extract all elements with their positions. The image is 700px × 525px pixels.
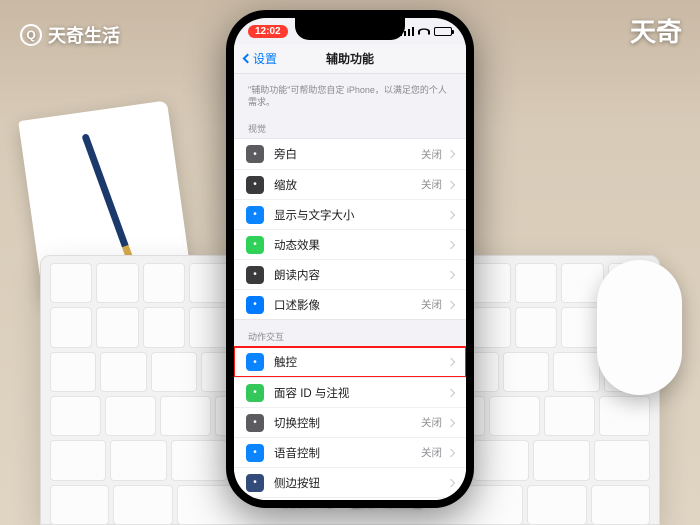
settings-content[interactable]: "辅助功能"可帮助您自定 iPhone，以满足您的个人需求。 视觉 •旁白关闭•… (234, 74, 466, 500)
touch-icon: • (246, 353, 264, 371)
group-motor: • 触控 • 面容 ID 与注视 • 切换控制关闭 • 语音控制关闭 • 侧边按钮 •Apple T… (234, 346, 466, 500)
display-icon: • (246, 206, 264, 224)
row-label: 切换控制 (274, 415, 421, 431)
settings-row-zoom[interactable]: • 缩放关闭 (234, 169, 466, 199)
motion-icon: • (246, 236, 264, 254)
row-label: 侧边按钮 (274, 475, 448, 491)
chevron-right-icon (447, 211, 455, 219)
watermark-left-text: 天奇生活 (48, 22, 120, 48)
chevron-right-icon (447, 449, 455, 457)
watermark-left: Q 天奇生活 (20, 22, 120, 48)
row-label: 触控 (274, 354, 448, 370)
row-status: 关闭 (421, 415, 442, 430)
settings-row-speech[interactable]: • 朗读内容 (234, 259, 466, 289)
back-label: 设置 (253, 50, 277, 67)
row-status: 关闭 (421, 177, 442, 192)
back-button[interactable]: 设置 (244, 50, 277, 67)
chevron-right-icon (447, 241, 455, 249)
chevron-right-icon (447, 358, 455, 366)
chevron-right-icon (447, 479, 455, 487)
row-label: 旁白 (274, 146, 421, 162)
page-title: 辅助功能 (326, 50, 374, 67)
row-label: 显示与文字大小 (274, 207, 448, 223)
chevron-right-icon (447, 301, 455, 309)
settings-row-appletv[interactable]: •Apple TV 遥控器 (234, 497, 466, 500)
row-label: 动态效果 (274, 237, 448, 253)
settings-row-motion[interactable]: • 动态效果 (234, 229, 466, 259)
chevron-right-icon (447, 419, 455, 427)
row-label: 朗读内容 (274, 267, 448, 283)
nav-bar: 设置 辅助功能 (234, 44, 466, 74)
faceid-icon: • (246, 384, 264, 402)
battery-icon (434, 27, 452, 36)
row-status: 关闭 (421, 445, 442, 460)
mouse-prop (597, 260, 682, 395)
chevron-right-icon (447, 389, 455, 397)
status-time: 12:02 (248, 25, 288, 38)
chevron-right-icon (447, 181, 455, 189)
settings-row-audio-desc[interactable]: • 口述影像关闭 (234, 289, 466, 319)
row-status: 关闭 (421, 147, 442, 162)
row-label: 缩放 (274, 177, 421, 193)
watermark-logo-icon: Q (20, 24, 42, 46)
notch (295, 18, 405, 40)
row-status: 关闭 (421, 297, 442, 312)
zoom-icon: • (246, 176, 264, 194)
chevron-right-icon (447, 271, 455, 279)
settings-row-touch[interactable]: • 触控 (234, 347, 466, 377)
settings-row-side-btn[interactable]: • 侧边按钮 (234, 467, 466, 497)
watermark-right: 天奇 (630, 12, 682, 49)
group-vision: •旁白关闭•缩放关闭•显示与文字大小•动态效果•朗读内容•口述影像关闭 (234, 138, 466, 320)
voice-ctrl-icon: • (246, 444, 264, 462)
audio-desc-icon: • (246, 296, 264, 314)
switch-icon: • (246, 414, 264, 432)
row-label: 语音控制 (274, 445, 421, 461)
chevron-left-icon (243, 54, 253, 64)
settings-row-switch[interactable]: • 切换控制关闭 (234, 407, 466, 437)
phone-frame: 12:02 设置 辅助功能 "辅助功能"可帮助您自定 iPhone，以满足您的个… (226, 10, 474, 508)
voiceover-icon: • (246, 145, 264, 163)
speech-icon: • (246, 266, 264, 284)
wifi-icon (418, 28, 430, 34)
phone-screen: 12:02 设置 辅助功能 "辅助功能"可帮助您自定 iPhone，以满足您的个… (234, 18, 466, 500)
settings-row-display[interactable]: • 显示与文字大小 (234, 199, 466, 229)
description-text: "辅助功能"可帮助您自定 iPhone，以满足您的个人需求。 (234, 74, 466, 112)
row-label: 面容 ID 与注视 (274, 385, 448, 401)
side-btn-icon: • (246, 474, 264, 492)
section-header-motor: 动作交互 (234, 320, 466, 346)
chevron-right-icon (447, 150, 455, 158)
row-label: 口述影像 (274, 297, 421, 313)
section-header-vision: 视觉 (234, 112, 466, 138)
settings-row-faceid[interactable]: • 面容 ID 与注视 (234, 377, 466, 407)
settings-row-voiceover[interactable]: • 旁白关闭 (234, 139, 466, 169)
settings-row-voice-ctrl[interactable]: • 语音控制关闭 (234, 437, 466, 467)
